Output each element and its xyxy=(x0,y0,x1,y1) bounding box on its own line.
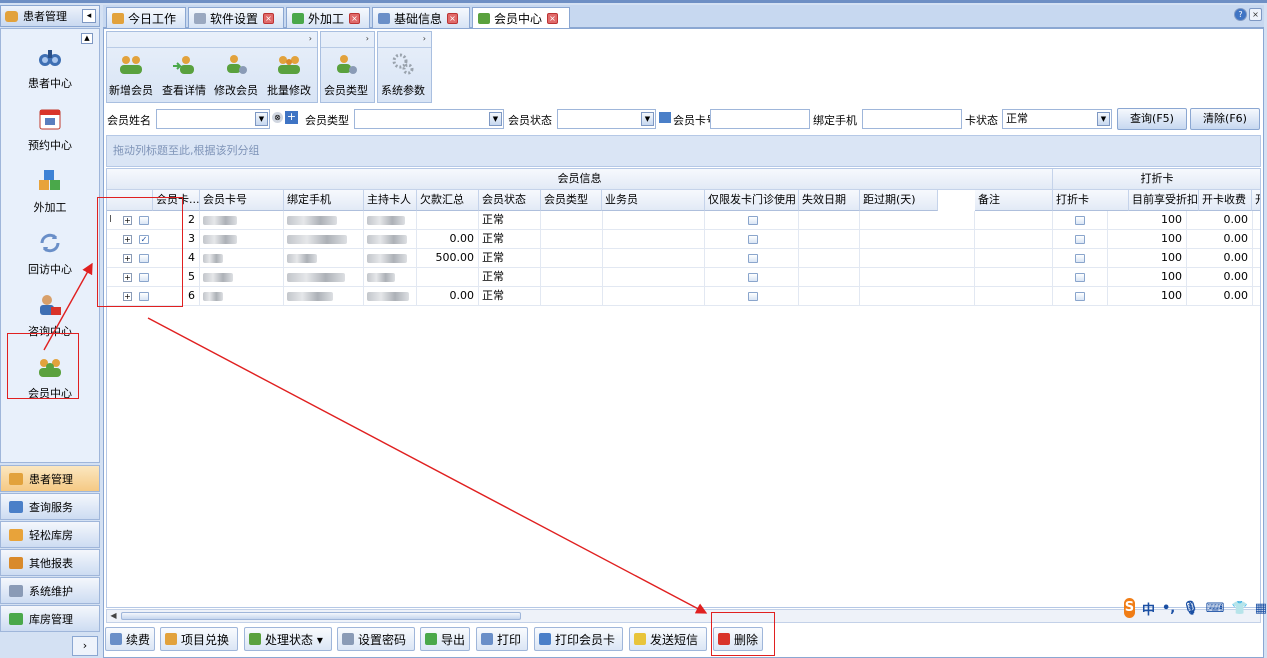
arrow-to-row-selectors xyxy=(43,262,93,351)
annotation-arrows xyxy=(43,262,708,614)
arrow-to-delete xyxy=(147,317,708,614)
